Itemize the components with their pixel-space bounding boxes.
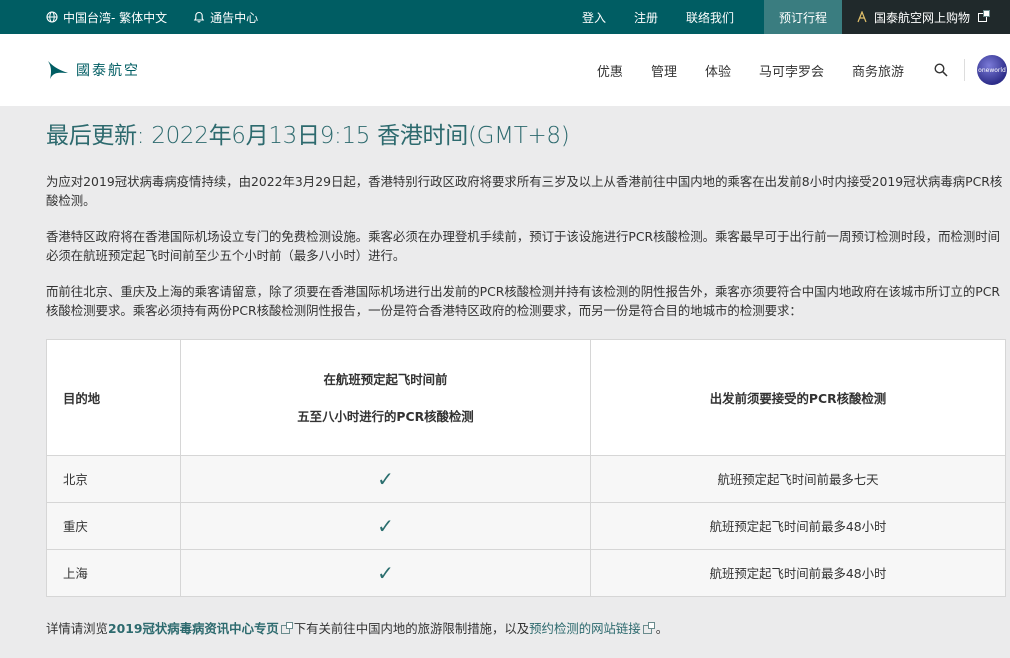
cell-requirement: 航班预定起飞时间前最多48小时 [590, 502, 1006, 550]
cell-check: ✓ [180, 549, 591, 597]
checkmark-icon: ✓ [377, 467, 394, 491]
paragraph-cities: 而前往北京、重庆及上海的乘客请留意，除了须要在香港国际机场进行出发前的PCR核酸… [46, 284, 1000, 318]
table-row: 重庆 ✓ 航班预定起飞时间前最多48小时 [46, 502, 1006, 550]
bell-icon [193, 11, 205, 23]
table-header-row: 目的地 在航班预定起飞时间前 五至八小时进行的PCR核酸检测 出发前须要接受的P… [46, 339, 1006, 456]
nav-item-manage[interactable]: 管理 [637, 61, 691, 80]
login-link[interactable]: 登入 [568, 0, 620, 34]
header-hk-test-line2: 五至八小时进行的PCR核酸检测 [297, 408, 474, 424]
footer-prefix: 详情请浏览 [46, 621, 108, 636]
checkmark-icon: ✓ [377, 561, 394, 585]
covid-info-link[interactable]: 2019冠状病毒病资讯中心专页 [108, 621, 279, 636]
nav-item-business[interactable]: 商务旅游 [838, 61, 918, 80]
notices-label: 通告中心 [210, 10, 259, 25]
footer-note: 详情请浏览2019冠状病毒病资讯中心专页 下有关前往中国内地的旅游限制措施，以及预… [46, 619, 1010, 637]
oneworld-label: oneworld [978, 66, 1006, 74]
footer-suffix: 。 [655, 621, 669, 636]
divider [964, 59, 965, 81]
nav-item-offers[interactable]: 优惠 [583, 61, 637, 80]
main-nav: 國泰航空 优惠 管理 体验 马可孛罗会 商务旅游 oneworld [0, 34, 1010, 106]
oneworld-logo: oneworld [977, 55, 1007, 85]
shop-link[interactable]: 国泰航空网上购物 [842, 0, 1010, 34]
brand-name: 國泰航空 [76, 63, 140, 79]
header-destination: 目的地 [46, 339, 181, 456]
test-booking-link[interactable]: 预约检测的网站链接 [529, 621, 641, 636]
requirements-table: 目的地 在航班预定起飞时间前 五至八小时进行的PCR核酸检测 出发前须要接受的P… [46, 339, 1006, 597]
external-link-icon [642, 622, 655, 634]
page-title: 最后更新: 2022年6月13日9:15 香港时间(GMT+8) [46, 123, 570, 149]
header-hk-test: 在航班预定起飞时间前 五至八小时进行的PCR核酸检测 [180, 339, 591, 456]
cell-city: 上海 [46, 549, 181, 597]
globe-icon [46, 11, 58, 23]
region-selector[interactable]: 中国台湾- 繁体中文 [46, 9, 167, 26]
region-label: 中国台湾- 繁体中文 [63, 10, 168, 25]
shop-logo-icon [857, 11, 867, 23]
logo[interactable]: 國泰航空 [46, 59, 140, 81]
header-destination-test: 出发前须要接受的PCR核酸检测 [590, 339, 1006, 456]
nav-item-experience[interactable]: 体验 [691, 61, 745, 80]
brushwing-logo-icon [48, 61, 68, 79]
cell-requirement: 航班预定起飞时间前最多七天 [590, 455, 1006, 503]
table-row: 北京 ✓ 航班预定起飞时间前最多七天 [46, 455, 1006, 503]
paragraph-facility: 香港特区政府将在香港国际机场设立专门的免费检测设施。乘客必须在办理登机手续前，预… [46, 229, 1001, 263]
footer-middle: 下有关前往中国内地的旅游限制措施，以及 [293, 621, 530, 636]
contact-link[interactable]: 联络我们 [672, 0, 764, 34]
cell-requirement: 航班预定起飞时间前最多48小时 [590, 549, 1006, 597]
header-hk-test-line1: 在航班预定起飞时间前 [323, 371, 448, 387]
notices-link[interactable]: 通告中心 [193, 9, 258, 26]
register-link[interactable]: 注册 [620, 0, 672, 34]
shop-label: 国泰航空网上购物 [874, 10, 971, 25]
search-icon [934, 63, 948, 77]
paragraph-intro: 为应对2019冠状病毒病疫情持续，由2022年3月29日起，香港特别行政区政府将… [46, 174, 1003, 208]
cell-check: ✓ [180, 502, 591, 550]
search-button[interactable] [918, 63, 962, 77]
cell-city: 重庆 [46, 502, 181, 550]
nav-item-marco-polo[interactable]: 马可孛罗会 [745, 61, 838, 80]
utility-bar: 中国台湾- 繁体中文 通告中心 登入 注册 联络我们 预订行程 国泰航空网上购物 [0, 0, 1010, 34]
external-link-icon [978, 9, 991, 22]
external-link-icon [280, 622, 293, 634]
manage-booking-button[interactable]: 预订行程 [763, 0, 842, 34]
cell-check: ✓ [180, 455, 591, 503]
cell-city: 北京 [46, 455, 181, 503]
table-row: 上海 ✓ 航班预定起飞时间前最多48小时 [46, 549, 1006, 597]
checkmark-icon: ✓ [377, 514, 394, 538]
